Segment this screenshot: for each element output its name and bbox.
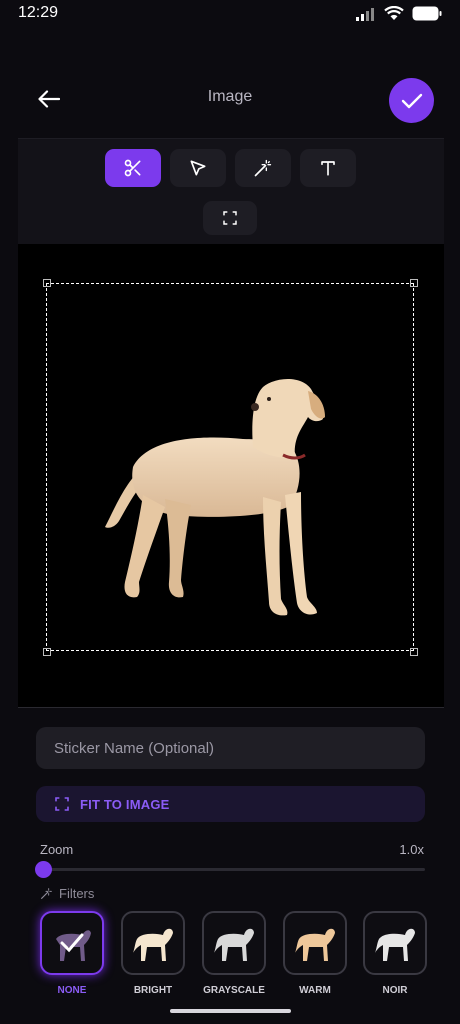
text-icon (321, 161, 335, 176)
filter-none[interactable]: NONE (40, 911, 104, 996)
magic-wand-tool-button[interactable] (235, 149, 291, 187)
filter-thumbnail (202, 911, 266, 975)
magic-wand-icon (41, 888, 52, 899)
filters-heading: Filters (40, 886, 94, 901)
fit-frame-icon (55, 797, 69, 811)
filter-warm[interactable]: WARM (283, 911, 347, 996)
sticker-name-input[interactable] (36, 727, 425, 769)
image-canvas[interactable] (18, 244, 444, 707)
filter-name: GRAYSCALE (203, 985, 265, 996)
home-indicator[interactable] (170, 1009, 291, 1013)
dog-image (105, 379, 325, 616)
check-icon (401, 93, 422, 108)
tool-bar (18, 138, 444, 244)
magic-wand-icon (254, 159, 272, 177)
filter-name: WARM (299, 985, 331, 996)
header: Image (0, 70, 460, 126)
filter-thumbnail (40, 911, 104, 975)
crop-handle-bottom-left[interactable] (43, 648, 51, 656)
dog-thumbnail (295, 928, 335, 961)
wifi-icon (384, 6, 404, 20)
divider (18, 707, 444, 708)
signal-icon (356, 7, 374, 21)
filter-thumbnail (121, 911, 185, 975)
crop-handle-bottom-right[interactable] (410, 648, 418, 656)
select-tool-button[interactable] (170, 149, 226, 187)
filter-thumbnail (363, 911, 427, 975)
text-tool-button[interactable] (300, 149, 356, 187)
zoom-slider-thumb[interactable] (35, 861, 52, 878)
fit-to-image-button[interactable]: FIT TO IMAGE (36, 786, 425, 822)
scissors-icon (124, 159, 141, 177)
fit-to-image-label: FIT TO IMAGE (80, 796, 170, 812)
confirm-button[interactable] (389, 78, 434, 123)
filters-label: Filters (59, 886, 95, 901)
filter-bright[interactable]: BRIGHT (121, 911, 185, 996)
zoom-label: Zoom (40, 842, 74, 857)
filter-noir[interactable]: NOIR (363, 911, 427, 996)
status-bar: 12:29 (0, 0, 460, 30)
zoom-slider[interactable] (35, 861, 425, 878)
dog-thumbnail (375, 928, 415, 961)
status-icons (356, 6, 442, 21)
dog-thumbnail (56, 930, 91, 961)
filter-name: NONE (57, 985, 87, 996)
fullscreen-icon (223, 211, 237, 225)
pointer-icon (190, 160, 206, 176)
zoom-value: 1.0x (399, 842, 424, 857)
fullscreen-tool-button[interactable] (203, 201, 257, 235)
crop-handle-top-right[interactable] (410, 279, 418, 287)
filter-grayscale[interactable]: GRAYSCALE (202, 911, 266, 996)
filter-name: BRIGHT (133, 985, 173, 996)
dog-thumbnail (133, 928, 173, 961)
filter-thumbnail (283, 911, 347, 975)
filter-name: NOIR (382, 985, 408, 996)
crop-handle-top-left[interactable] (43, 279, 51, 287)
status-time: 12:29 (18, 4, 59, 21)
battery-icon (412, 6, 442, 21)
scissors-tool-button[interactable] (105, 149, 161, 187)
dog-thumbnail (214, 928, 254, 961)
